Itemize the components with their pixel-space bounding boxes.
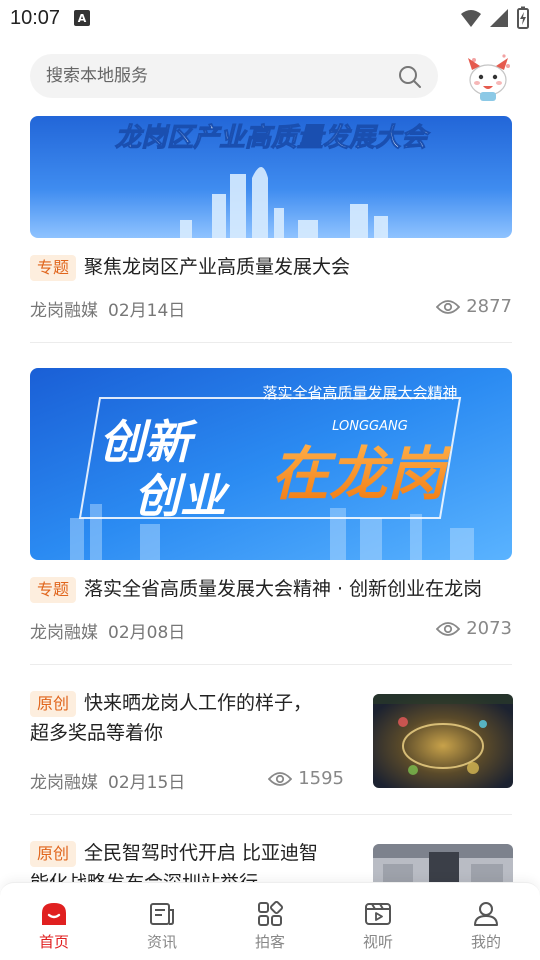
tab-mine[interactable]: 我的 xyxy=(432,883,540,960)
bottom-tab-bar: 首页 资讯 拍客 视听 我的 xyxy=(0,882,540,960)
feed-item-1-title[interactable]: 专题 聚焦龙岗区产业高质量发展大会 xyxy=(30,252,350,282)
banner-1-text: 龙岗区产业高质量发展大会 xyxy=(115,123,431,153)
search-bar[interactable] xyxy=(30,54,438,98)
date: 02月15日 xyxy=(108,773,186,793)
date: 02月08日 xyxy=(108,623,186,643)
tab-label: 视听 xyxy=(362,933,393,951)
tab-paike[interactable]: 拍客 xyxy=(216,883,324,960)
banner-2[interactable]: 落实全省高质量发展大会精神 创新 创业 LONGGANG 在龙岗 xyxy=(30,368,512,560)
banner-2-main-right: 在龙岗 xyxy=(271,440,452,508)
view-count-value: 2073 xyxy=(466,618,512,639)
news-icon xyxy=(150,903,174,925)
eye-icon xyxy=(268,771,293,786)
tag-special: 专题 xyxy=(30,254,77,281)
status-indicators xyxy=(460,6,530,30)
avatar[interactable] xyxy=(460,48,516,104)
video-icon xyxy=(365,903,391,925)
feed-item-3-title[interactable]: 原创 快来晒龙岗人工作的样子， 超多奖品等着你 xyxy=(30,688,312,748)
tab-label: 我的 xyxy=(470,933,501,951)
news-feed[interactable]: 龙岗区产业高质量发展大会 专题 聚焦龙岗区产业高质量发展大会 龙岗融媒 02月14… xyxy=(0,116,540,882)
divider xyxy=(30,814,512,815)
title-text: 聚焦龙岗区产业高质量发展大会 xyxy=(84,256,351,278)
night-plaza-photo xyxy=(373,694,513,788)
banner-2-top-text: 落实全省高质量发展大会精神 xyxy=(262,384,457,402)
home-icon xyxy=(42,903,66,925)
source: 龙岗融媒 xyxy=(30,773,98,793)
feed-item-4-title[interactable]: 原创全民智驾时代开启 比亚迪智 能化战略发布会深圳站举行 xyxy=(30,838,318,882)
title-line-2: 能化战略发布会深圳站举行 xyxy=(30,868,318,882)
banner-2-sub: LONGGANG xyxy=(332,419,408,434)
title-line-1: 全民智驾时代开启 比亚迪智 xyxy=(84,842,319,864)
source: 龙岗融媒 xyxy=(30,623,98,643)
search-icon[interactable] xyxy=(398,65,422,89)
user-icon xyxy=(474,902,498,926)
tab-home[interactable]: 首页 xyxy=(0,883,108,960)
eye-icon xyxy=(436,621,461,636)
status-bar: 10:07 A xyxy=(0,0,540,36)
view-count: 2073 xyxy=(436,618,512,639)
tab-label: 资讯 xyxy=(146,933,177,951)
banner-2-main-left-1: 创新 xyxy=(99,415,198,469)
banner-2-main-left-2: 创业 xyxy=(134,469,231,523)
feed-item-1-meta: 龙岗融媒 02月14日 xyxy=(30,296,185,321)
notification-icon: A xyxy=(74,10,91,26)
grid-icon xyxy=(258,901,284,926)
thumbnail-image[interactable] xyxy=(373,694,513,788)
view-count: 1595 xyxy=(268,768,344,789)
tag-original: 原创 xyxy=(30,690,77,717)
source: 龙岗融媒 xyxy=(30,301,98,321)
tag-special: 专题 xyxy=(30,576,77,603)
feed-item-3-meta: 龙岗融媒 02月15日 xyxy=(30,768,185,793)
header xyxy=(0,48,540,108)
signal-icon xyxy=(490,9,508,27)
banner-1[interactable]: 龙岗区产业高质量发展大会 xyxy=(30,116,512,238)
view-count: 2877 xyxy=(436,296,512,317)
thumbnail-image[interactable] xyxy=(373,844,513,882)
tab-news[interactable]: 资讯 xyxy=(108,883,216,960)
eye-icon xyxy=(436,299,461,314)
feed-item-2-meta: 龙岗融媒 02月08日 xyxy=(30,618,185,643)
title-line-1: 快来晒龙岗人工作的样子， xyxy=(84,692,313,714)
event-hall-photo xyxy=(373,844,513,882)
tab-label: 拍客 xyxy=(254,933,285,951)
divider xyxy=(30,664,512,665)
wifi-icon xyxy=(461,10,481,27)
tab-video[interactable]: 视听 xyxy=(324,883,432,960)
search-input[interactable] xyxy=(46,66,438,86)
battery-icon xyxy=(517,6,529,29)
title-text: 落实全省高质量发展大会精神 · 创新创业在龙岗 xyxy=(84,578,483,600)
feed-item-2-title[interactable]: 专题 落实全省高质量发展大会精神 · 创新创业在龙岗 xyxy=(30,574,482,604)
title-line-2: 超多奖品等着你 xyxy=(30,722,164,744)
divider xyxy=(30,342,512,343)
tag-original: 原创 xyxy=(30,840,77,867)
banner-image: 落实全省高质量发展大会精神 创新 创业 LONGGANG 在龙岗 xyxy=(30,368,512,560)
view-count-value: 1595 xyxy=(298,768,344,789)
status-time: 10:07 xyxy=(10,6,61,29)
banner-image: 龙岗区产业高质量发展大会 xyxy=(30,116,512,238)
tab-label: 首页 xyxy=(38,933,69,951)
date: 02月14日 xyxy=(108,301,186,321)
view-count-value: 2877 xyxy=(466,296,512,317)
